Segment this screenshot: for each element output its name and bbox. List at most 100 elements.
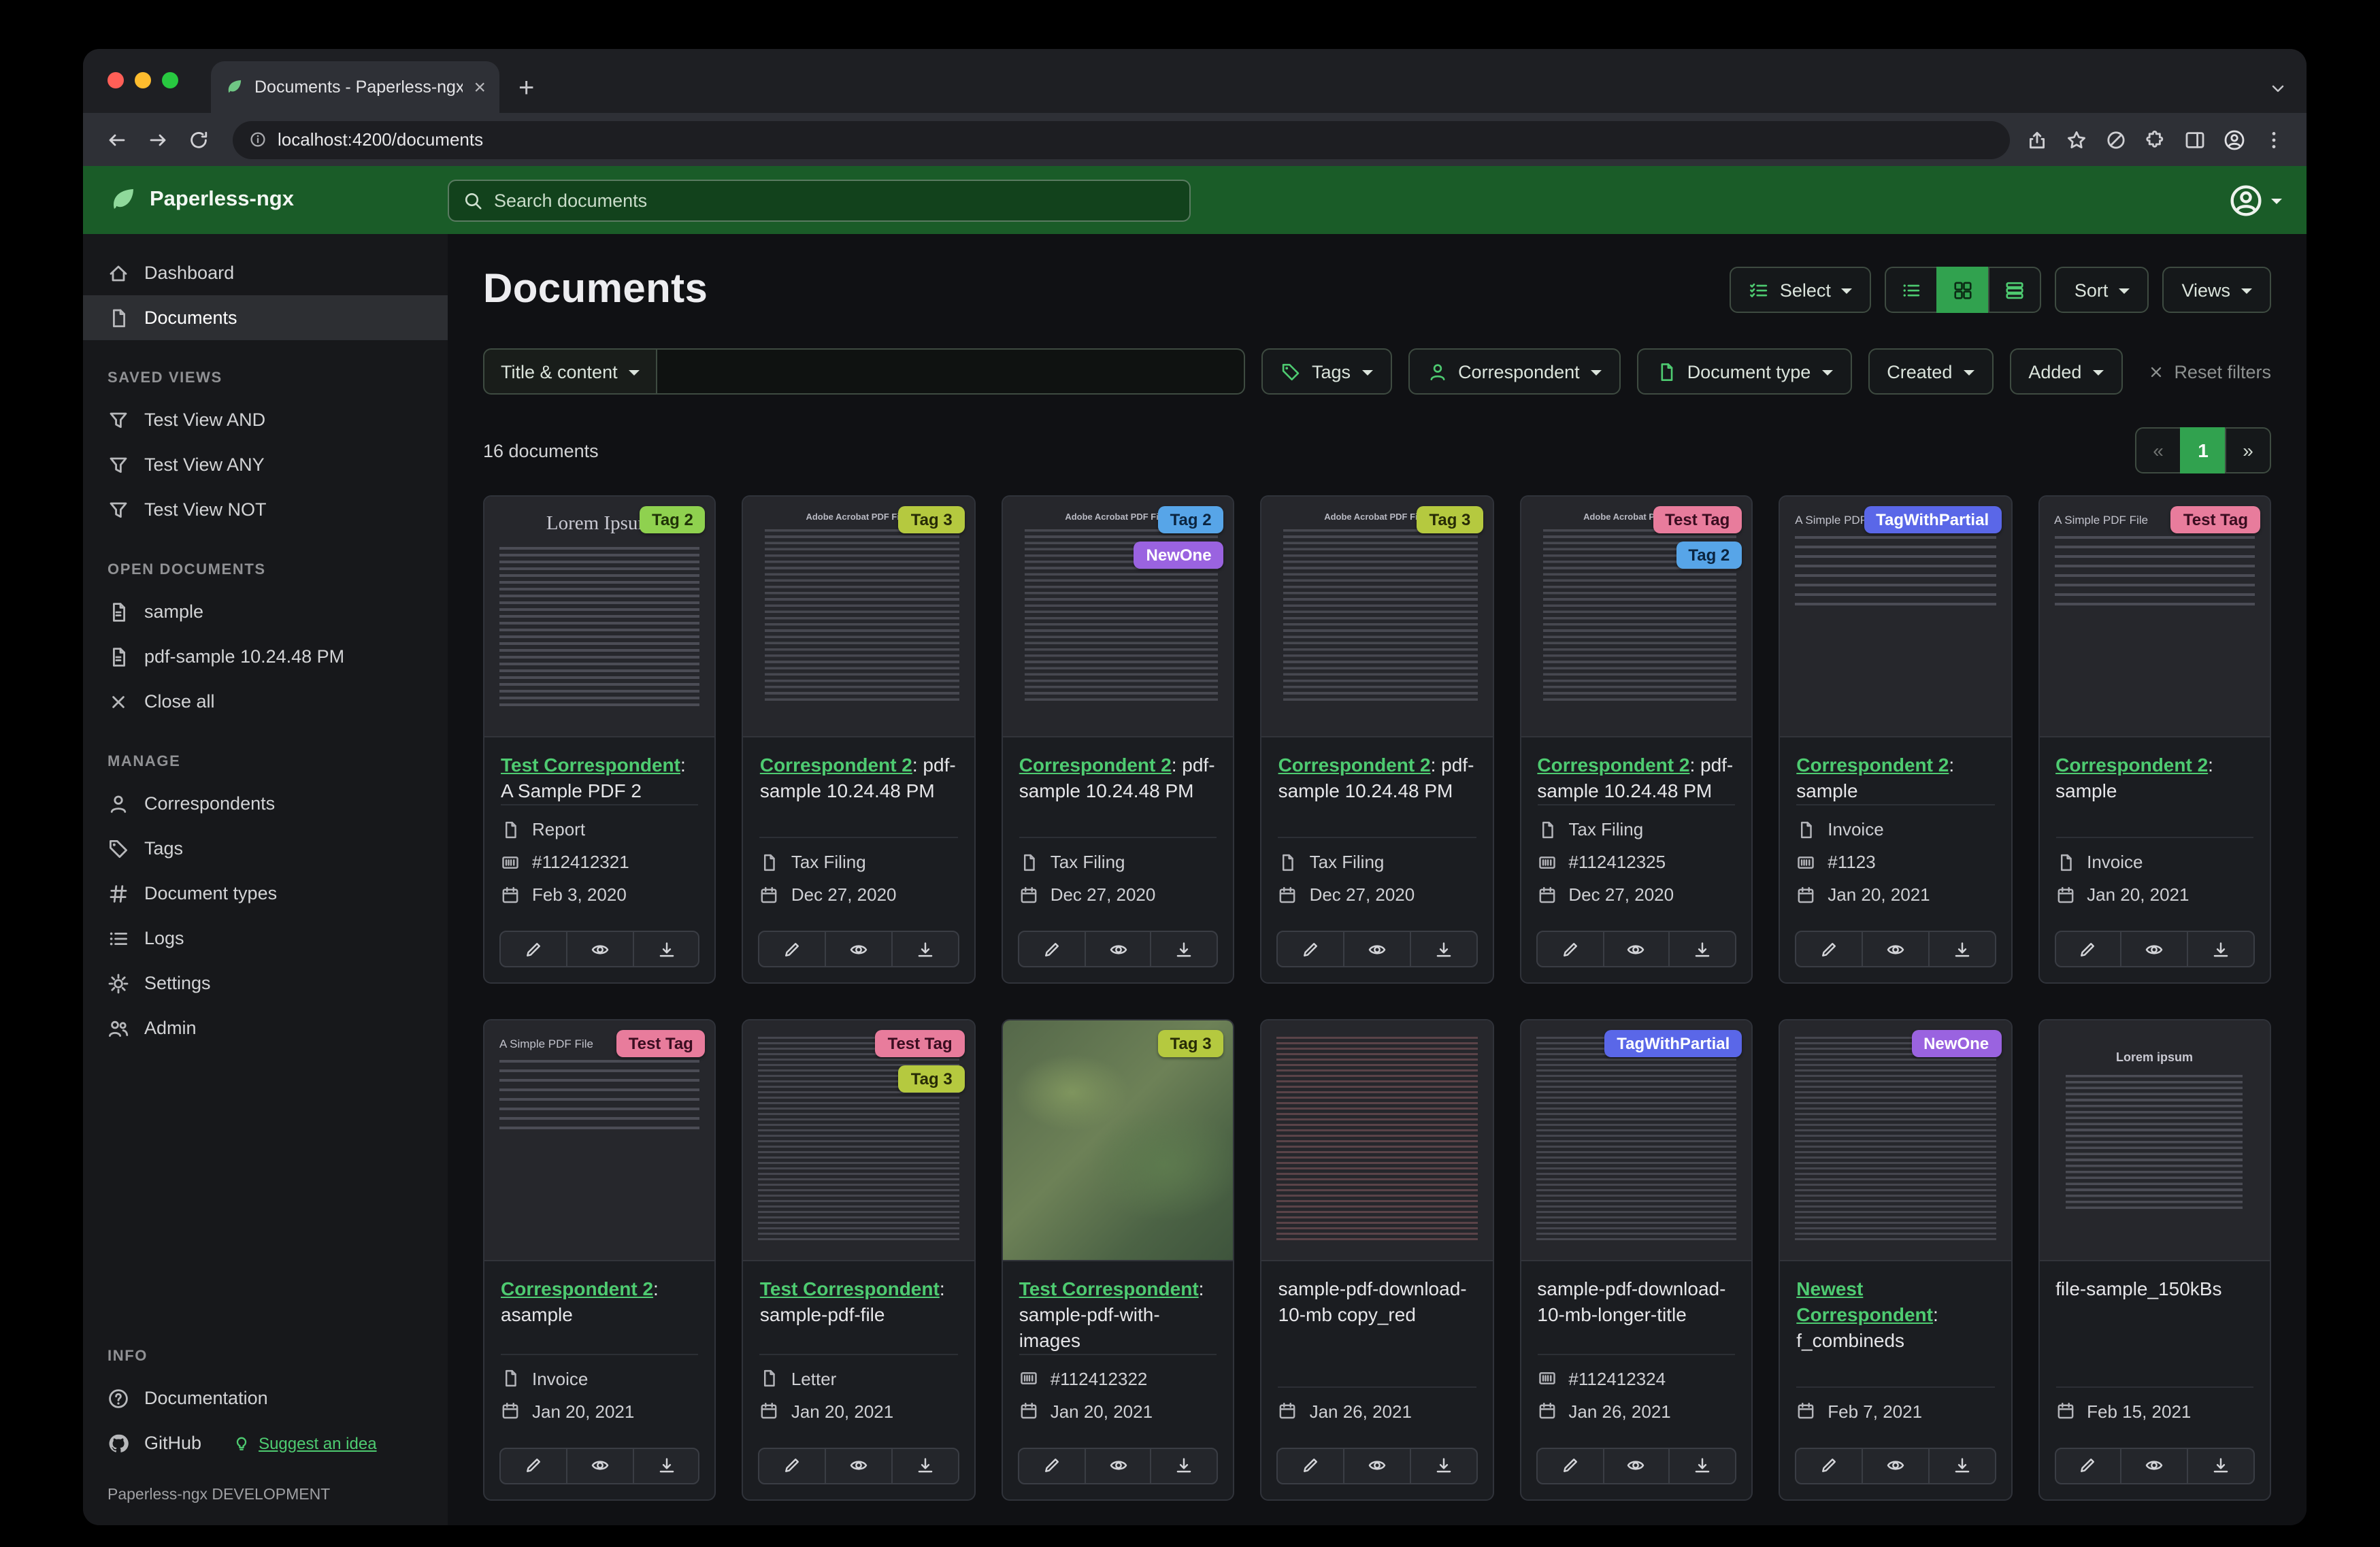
document-card[interactable]: Lorem ipsum file-sample_150kBs Feb 15, 202… bbox=[2038, 1019, 2271, 1501]
tag-badge[interactable]: Tag 3 bbox=[1417, 506, 1483, 533]
view-button[interactable] bbox=[1343, 1447, 1411, 1484]
view-button[interactable] bbox=[1861, 1447, 1930, 1484]
tags-filter-button[interactable]: Tags bbox=[1261, 348, 1392, 395]
edit-button[interactable] bbox=[1795, 931, 1863, 967]
filter-query-input[interactable] bbox=[657, 348, 1245, 395]
added-filter-button[interactable]: Added bbox=[2009, 348, 2123, 395]
download-button[interactable] bbox=[1150, 931, 1219, 967]
edit-button[interactable] bbox=[758, 1447, 827, 1484]
select-button[interactable]: Select bbox=[1729, 267, 1872, 313]
document-thumbnail[interactable]: TagWithPartial bbox=[1521, 1020, 1752, 1261]
tag-badge[interactable]: Test Tag bbox=[2170, 506, 2260, 533]
minimize-window-button[interactable] bbox=[135, 72, 151, 88]
zoom-window-button[interactable] bbox=[162, 72, 178, 88]
browser-tab[interactable]: Documents - Paperless-ngx × bbox=[211, 61, 499, 113]
tag-badge[interactable]: TagWithPartial bbox=[1864, 506, 2002, 533]
edit-button[interactable] bbox=[499, 931, 567, 967]
sidebar-item-document-types[interactable]: Document types bbox=[83, 871, 448, 916]
created-filter-button[interactable]: Created bbox=[1868, 348, 1994, 395]
edit-button[interactable] bbox=[1017, 1447, 1086, 1484]
document-card[interactable]: Adobe Acrobat PDF Files Tag 3 Corresponden… bbox=[1260, 495, 1494, 984]
sidebar-item-test-view-not[interactable]: Test View NOT bbox=[83, 487, 448, 532]
sidebar-item-logs[interactable]: Logs bbox=[83, 916, 448, 961]
download-button[interactable] bbox=[2187, 1447, 2255, 1484]
download-button[interactable] bbox=[1668, 1447, 1737, 1484]
view-button[interactable] bbox=[1084, 931, 1152, 967]
tag-badge[interactable]: Tag 3 bbox=[898, 1065, 965, 1093]
sidebar-item-documents[interactable]: Documents bbox=[83, 295, 448, 340]
tag-badge[interactable]: Tag 2 bbox=[639, 506, 706, 533]
edit-button[interactable] bbox=[2054, 1447, 2122, 1484]
filter-field-button[interactable]: Title & content bbox=[483, 348, 657, 395]
reset-filters-button[interactable]: Reset filters bbox=[2147, 361, 2271, 382]
document-card[interactable]: Test Tag Tag 3 Test Correspondent: sample-… bbox=[742, 1019, 976, 1501]
view-button[interactable] bbox=[2120, 931, 2189, 967]
tag-badge[interactable]: TagWithPartial bbox=[1604, 1030, 1742, 1057]
download-button[interactable] bbox=[2187, 931, 2255, 967]
edit-button[interactable] bbox=[1276, 1447, 1345, 1484]
search-input[interactable] bbox=[494, 190, 1176, 210]
blocked-icon[interactable] bbox=[2105, 129, 2127, 150]
sidebar-item-sample[interactable]: sample bbox=[83, 589, 448, 634]
document-thumbnail[interactable]: A Simple PDF File Test Tag bbox=[484, 1020, 715, 1261]
sort-button[interactable]: Sort bbox=[2055, 267, 2149, 313]
correspondent-link[interactable]: Correspondent 2 bbox=[1019, 754, 1172, 776]
correspondent-link[interactable]: Test Correspondent bbox=[1019, 1278, 1199, 1299]
document-thumbnail[interactable]: A Simple PDF File Test Tag bbox=[2039, 497, 2270, 737]
edit-button[interactable] bbox=[1536, 1447, 1604, 1484]
bookmark-star-icon[interactable] bbox=[2066, 129, 2087, 150]
sidebar-item-close-all[interactable]: Close all bbox=[83, 679, 448, 724]
document-card[interactable]: TagWithPartial sample-pdf-download-10-mb-… bbox=[1519, 1019, 1753, 1501]
view-button[interactable] bbox=[565, 1447, 634, 1484]
sidebar-item-pdf-sample-10-24-48-pm[interactable]: pdf-sample 10.24.48 PM bbox=[83, 634, 448, 679]
document-card[interactable]: Adobe Acrobat PDF Files Tag 2 NewOne Corres… bbox=[1001, 495, 1235, 984]
close-window-button[interactable] bbox=[108, 72, 124, 88]
view-button[interactable] bbox=[1084, 1447, 1152, 1484]
extensions-icon[interactable] bbox=[2145, 129, 2166, 150]
tag-badge[interactable]: NewOne bbox=[1911, 1030, 2002, 1057]
side-panel-icon[interactable] bbox=[2184, 129, 2206, 150]
download-button[interactable] bbox=[1668, 931, 1737, 967]
edit-button[interactable] bbox=[1276, 931, 1345, 967]
user-menu[interactable] bbox=[2229, 183, 2282, 217]
tab-search-chevron-icon[interactable] bbox=[2268, 78, 2287, 97]
document-thumbnail[interactable]: Test Tag Tag 3 bbox=[743, 1020, 974, 1261]
forward-button[interactable] bbox=[140, 122, 176, 157]
document-card[interactable]: sample-pdf-download-10-mb copy_red Jan 26… bbox=[1260, 1019, 1494, 1501]
sidebar-item-documentation[interactable]: Documentation bbox=[83, 1376, 448, 1420]
sidebar-item-settings[interactable]: Settings bbox=[83, 961, 448, 1005]
correspondent-link[interactable]: Correspondent 2 bbox=[501, 1278, 653, 1299]
document-thumbnail[interactable] bbox=[1261, 1020, 1493, 1261]
document-thumbnail[interactable]: A Simple PDF File TagWithPartial bbox=[1780, 497, 2011, 737]
sidebar-item-correspondents[interactable]: Correspondents bbox=[83, 781, 448, 826]
download-button[interactable] bbox=[632, 1447, 700, 1484]
view-button[interactable] bbox=[1861, 931, 1930, 967]
correspondent-filter-button[interactable]: Correspondent bbox=[1408, 348, 1621, 395]
edit-button[interactable] bbox=[758, 931, 827, 967]
download-button[interactable] bbox=[1409, 931, 1478, 967]
views-button[interactable]: Views bbox=[2162, 267, 2271, 313]
sidebar-item-tags[interactable]: Tags bbox=[83, 826, 448, 871]
browser-menu-icon[interactable] bbox=[2263, 129, 2285, 150]
new-tab-button[interactable]: + bbox=[518, 74, 534, 101]
view-button[interactable] bbox=[825, 1447, 893, 1484]
document-thumbnail[interactable]: Adobe Acrobat PDF Files Tag 3 bbox=[743, 497, 974, 737]
download-button[interactable] bbox=[1928, 931, 1996, 967]
document-card[interactable]: Tag 3 Test Correspondent: sample-pdf-with… bbox=[1001, 1019, 1235, 1501]
correspondent-link[interactable]: Correspondent 2 bbox=[1537, 754, 1689, 776]
profile-avatar-icon[interactable] bbox=[2224, 129, 2245, 150]
sidebar-item-dashboard[interactable]: Dashboard bbox=[83, 250, 448, 295]
document-thumbnail[interactable]: NewOne bbox=[1780, 1020, 2011, 1261]
edit-button[interactable] bbox=[1017, 931, 1086, 967]
sidebar-item-admin[interactable]: Admin bbox=[83, 1005, 448, 1050]
download-button[interactable] bbox=[1409, 1447, 1478, 1484]
app-logo[interactable]: Paperless-ngx bbox=[108, 185, 448, 215]
view-button[interactable] bbox=[825, 931, 893, 967]
correspondent-link[interactable]: Test Correspondent bbox=[760, 1278, 940, 1299]
tag-badge[interactable]: Test Tag bbox=[875, 1030, 965, 1057]
download-button[interactable] bbox=[891, 931, 959, 967]
correspondent-link[interactable]: Correspondent 2 bbox=[760, 754, 912, 776]
tag-badge[interactable]: Tag 3 bbox=[898, 506, 965, 533]
view-detail-button[interactable] bbox=[1988, 267, 2042, 313]
tag-badge[interactable]: Tag 2 bbox=[1157, 506, 1224, 533]
